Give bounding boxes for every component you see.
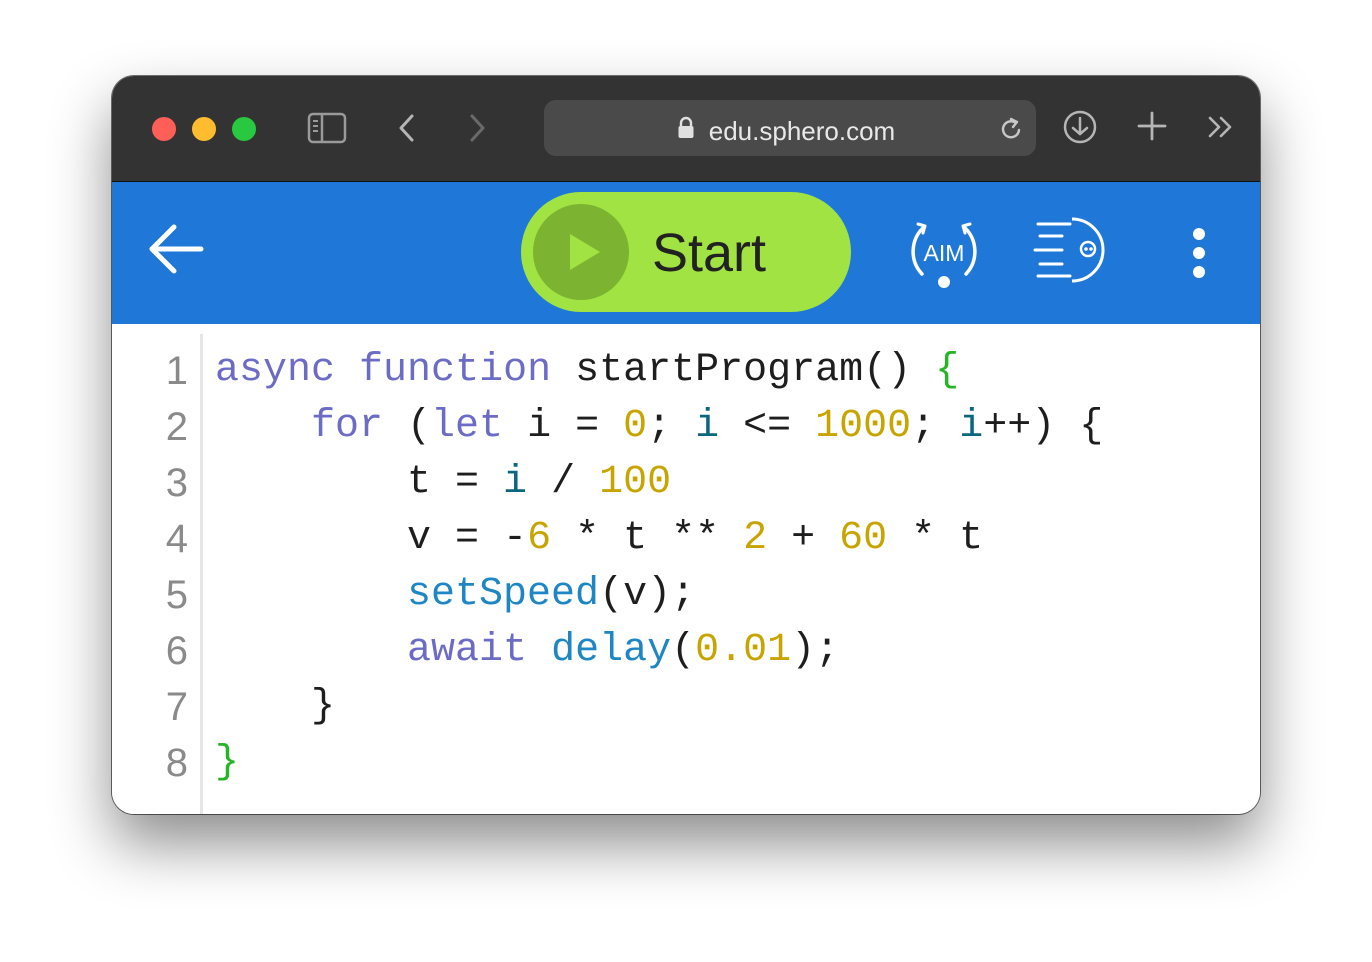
line-number: 5 bbox=[165, 573, 188, 617]
code-token: ( bbox=[671, 628, 696, 673]
zoom-window-button[interactable] bbox=[232, 117, 256, 141]
code-token: ( bbox=[383, 404, 432, 449]
play-icon bbox=[533, 204, 629, 300]
code-token: t = bbox=[215, 460, 504, 505]
code-text: setSpeed(v); bbox=[215, 567, 695, 623]
code-token: } bbox=[215, 740, 240, 785]
line-number: 8 bbox=[165, 741, 188, 785]
code-token: ; bbox=[647, 404, 696, 449]
app-toolbar: Start AIM bbox=[112, 182, 1260, 324]
code-token: 60 bbox=[839, 516, 888, 561]
code-text: for (let i = 0; i <= 1000; i++) { bbox=[215, 399, 1103, 455]
line-number: 4 bbox=[165, 517, 188, 561]
code-token: for bbox=[311, 404, 384, 449]
code-line[interactable]: 5 setSpeed(v); bbox=[112, 567, 1260, 623]
code-token: delay bbox=[551, 628, 672, 673]
code-token: * t bbox=[887, 516, 984, 561]
back-arrow-icon[interactable] bbox=[146, 222, 206, 276]
sidebar-icon[interactable] bbox=[306, 110, 348, 146]
code-token: * t ** bbox=[551, 516, 744, 561]
code-token: await bbox=[407, 628, 528, 673]
code-editor[interactable]: 1 async function startProgram() {2 for (l… bbox=[112, 324, 1260, 814]
download-icon[interactable] bbox=[1062, 109, 1098, 145]
code-token: } bbox=[215, 684, 336, 729]
code-token: 0.01 bbox=[695, 628, 792, 673]
code-token: + bbox=[767, 516, 840, 561]
code-text: v = -6 * t ** 2 + 60 * t bbox=[215, 511, 983, 567]
close-window-button[interactable] bbox=[152, 117, 176, 141]
browser-toolbar: edu.sphero.com bbox=[112, 76, 1260, 182]
code-token: function bbox=[359, 348, 552, 393]
code-token: <= bbox=[719, 404, 816, 449]
aim-button[interactable]: AIM bbox=[906, 212, 982, 292]
code-token: setSpeed bbox=[407, 572, 600, 617]
robot-drive-icon[interactable] bbox=[1032, 214, 1112, 284]
start-button[interactable]: Start bbox=[521, 192, 851, 312]
code-token: v = - bbox=[215, 516, 528, 561]
code-text: async function startProgram() { bbox=[215, 343, 959, 399]
code-token: 2 bbox=[743, 516, 768, 561]
code-token: / bbox=[527, 460, 600, 505]
code-token: { bbox=[935, 348, 960, 393]
line-number: 6 bbox=[165, 629, 188, 673]
line-number: 1 bbox=[165, 349, 188, 393]
start-label: Start bbox=[652, 223, 767, 283]
double-chevron-right-icon[interactable] bbox=[1204, 112, 1238, 142]
reload-icon[interactable] bbox=[998, 115, 1024, 143]
line-number: 7 bbox=[165, 685, 188, 729]
code-line[interactable]: 1 async function startProgram() { bbox=[112, 343, 1260, 399]
code-line[interactable]: 6 await delay(0.01); bbox=[112, 623, 1260, 679]
code-token: async bbox=[215, 348, 336, 393]
code-token: ); bbox=[791, 628, 840, 673]
code-token: i = bbox=[503, 404, 624, 449]
code-text: } bbox=[215, 735, 239, 791]
code-text: await delay(0.01); bbox=[215, 623, 839, 679]
code-line[interactable]: 7 } bbox=[112, 679, 1260, 735]
code-line[interactable]: 3 t = i / 100 bbox=[112, 455, 1260, 511]
code-line[interactable]: 4 v = -6 * t ** 2 + 60 * t bbox=[112, 511, 1260, 567]
line-number: 3 bbox=[165, 461, 188, 505]
code-token: startProgram() bbox=[551, 348, 936, 393]
code-token: (v); bbox=[599, 572, 696, 617]
address-bar[interactable]: edu.sphero.com bbox=[544, 100, 1036, 156]
code-line[interactable]: 2 for (let i = 0; i <= 1000; i++) { bbox=[112, 399, 1260, 455]
minimize-window-button[interactable] bbox=[192, 117, 216, 141]
code-token: i bbox=[695, 404, 720, 449]
line-number: 2 bbox=[165, 405, 188, 449]
code-token: ; bbox=[911, 404, 960, 449]
url-text: edu.sphero.com bbox=[708, 116, 896, 146]
code-token: let bbox=[431, 404, 504, 449]
code-token: ++) { bbox=[983, 404, 1104, 449]
code-token: 1000 bbox=[815, 404, 912, 449]
aim-label: AIM bbox=[923, 240, 965, 266]
code-token: 0 bbox=[623, 404, 648, 449]
chevron-right-icon[interactable] bbox=[462, 110, 492, 146]
chevron-left-icon[interactable] bbox=[392, 110, 422, 146]
code-token: 6 bbox=[527, 516, 552, 561]
code-line[interactable]: 8} bbox=[112, 735, 1260, 791]
code-token: i bbox=[959, 404, 984, 449]
more-vertical-icon[interactable] bbox=[1184, 226, 1214, 280]
code-text: t = i / 100 bbox=[215, 455, 671, 511]
code-text: } bbox=[215, 679, 335, 735]
browser-window: edu.sphero.com Start AIM 1 async functio… bbox=[112, 76, 1260, 814]
code-token: i bbox=[503, 460, 528, 505]
code-token: 100 bbox=[599, 460, 672, 505]
plus-icon[interactable] bbox=[1136, 110, 1168, 142]
